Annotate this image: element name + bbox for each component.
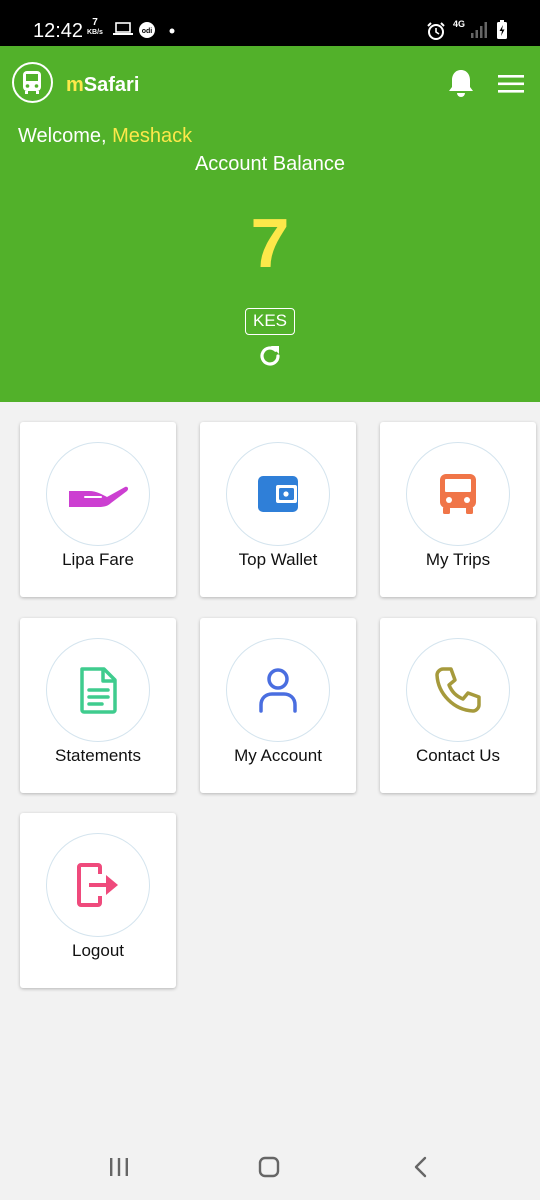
- refresh-icon[interactable]: [256, 342, 284, 370]
- wallet-icon: [258, 476, 298, 512]
- tile-statements[interactable]: Statements: [20, 618, 176, 793]
- balance-value: 7: [250, 204, 290, 282]
- recent-apps-icon[interactable]: [108, 1155, 130, 1179]
- phone-icon: [435, 667, 481, 713]
- tile-label: Lipa Fare: [62, 550, 134, 569]
- currency-badge: KES: [245, 308, 295, 335]
- tile-label: Statements: [55, 746, 141, 765]
- tile-label: Logout: [72, 941, 124, 960]
- status-bar: 12:42 7 KB/s odi 4G: [0, 0, 540, 46]
- logout-icon: [77, 863, 118, 907]
- user-name: Meshack: [112, 125, 193, 147]
- tile-lipa-fare[interactable]: Lipa Fare: [20, 422, 176, 597]
- tile-my-account[interactable]: My Account: [200, 618, 356, 793]
- tile-top-wallet[interactable]: Top Wallet: [200, 422, 356, 597]
- app-name-rest: Safari: [83, 74, 140, 96]
- hand-coin-icon: [69, 486, 129, 507]
- tile-icon-ring: [46, 638, 150, 742]
- user-icon: [259, 668, 297, 713]
- network-speed-unit: KB/s: [87, 29, 103, 36]
- app-name: mSafari: [66, 73, 139, 97]
- document-icon: [80, 667, 117, 714]
- signal-icon: [471, 22, 487, 38]
- tile-label: My Account: [234, 746, 322, 765]
- network-speed: 7 KB/s: [87, 18, 103, 38]
- tile-my-trips[interactable]: My Trips: [380, 422, 536, 597]
- menu-icon[interactable]: [498, 74, 524, 94]
- welcome-prefix: Welcome,: [18, 125, 113, 147]
- tile-icon-ring: [406, 638, 510, 742]
- tile-label: Contact Us: [415, 746, 501, 765]
- tile-icon-ring: [46, 833, 150, 937]
- svg-text:odi: odi: [142, 28, 153, 35]
- tile-label: My Trips: [425, 550, 491, 569]
- battery-icon: [497, 20, 507, 39]
- tile-icon-ring: [46, 442, 150, 546]
- tile-icon-ring: [406, 442, 510, 546]
- home-icon[interactable]: [257, 1155, 281, 1179]
- app-logo: [12, 62, 53, 103]
- alarm-icon: [427, 22, 445, 40]
- network-type: 4G: [453, 19, 466, 29]
- laptop-icon: [113, 22, 133, 35]
- status-time: 12:42: [33, 20, 84, 42]
- balance-label: Account Balance: [194, 153, 346, 175]
- system-nav-bar: [0, 1135, 540, 1200]
- odi-icon: odi: [139, 22, 155, 38]
- bus-logo-icon: [23, 71, 41, 94]
- back-icon[interactable]: [410, 1155, 430, 1179]
- welcome-message: Welcome, Meshack: [18, 124, 192, 148]
- tile-label: Top Wallet: [238, 550, 318, 569]
- app-name-prefix: m: [66, 74, 84, 96]
- tile-logout[interactable]: Logout: [20, 813, 176, 988]
- network-speed-value: 7: [92, 17, 98, 28]
- account-header: mSafari Welcome, Meshack Account Balance…: [0, 46, 540, 402]
- tile-icon-ring: [226, 442, 330, 546]
- notification-dot-icon: [169, 28, 175, 34]
- tile-icon-ring: [226, 638, 330, 742]
- bus-icon: [440, 474, 476, 514]
- tile-contact-us[interactable]: Contact Us: [380, 618, 536, 793]
- bell-icon[interactable]: [447, 68, 475, 98]
